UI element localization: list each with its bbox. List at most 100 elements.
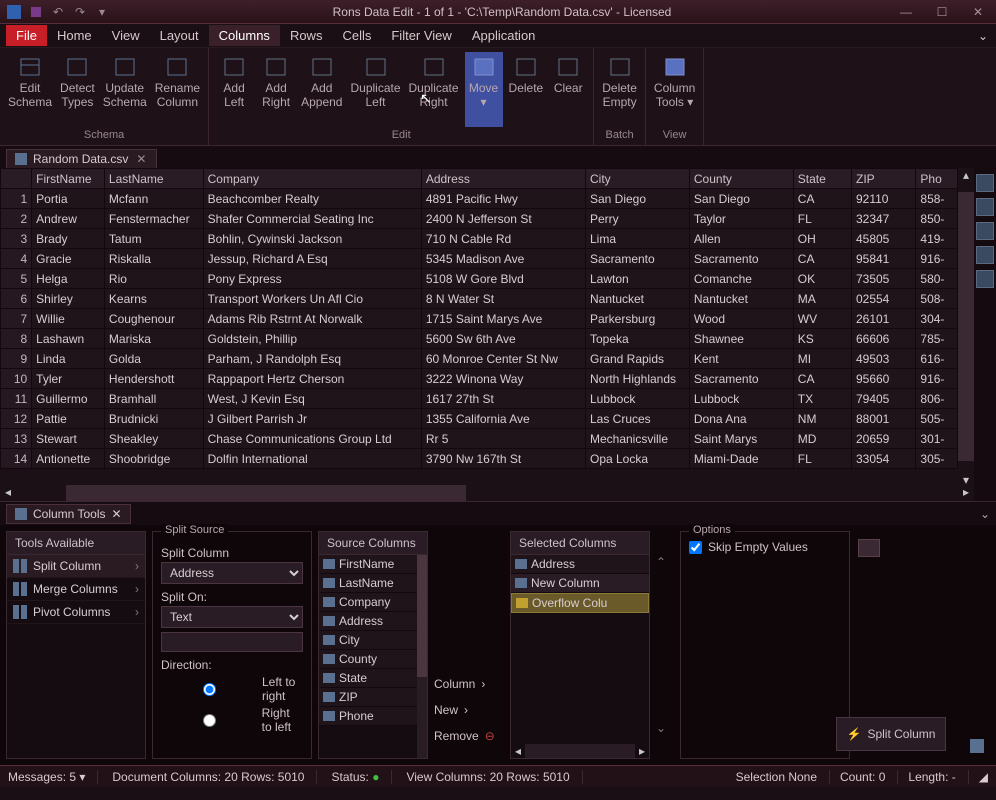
source-column-item[interactable]: FirstName [319,555,417,574]
cell[interactable]: Andrew [32,209,105,229]
side-panel-btn-4[interactable] [976,246,994,264]
cell[interactable]: Jessup, Richard A Esq [203,249,421,269]
cell[interactable]: Lawton [585,269,689,289]
minimize-button[interactable]: — [892,2,920,22]
selected-column-item[interactable]: Overflow Colu [511,593,649,613]
cell[interactable]: 66606 [851,329,915,349]
cell[interactable]: Saint Marys [689,429,793,449]
action-column[interactable]: Column› [434,677,504,691]
move-up-icon[interactable]: ⌃ [656,555,674,569]
column-header[interactable]: LastName [104,169,203,189]
column-header[interactable]: Pho [916,169,958,189]
cell[interactable]: MI [793,349,851,369]
column-header[interactable]: Company [203,169,421,189]
cell[interactable]: 304- [916,309,958,329]
source-columns-scrollbar[interactable] [417,555,427,758]
cell[interactable]: Lubbock [585,389,689,409]
cell[interactable]: Sacramento [585,249,689,269]
cell[interactable]: 508- [916,289,958,309]
row-number[interactable]: 4 [1,249,32,269]
data-grid[interactable]: FirstNameLastNameCompanyAddressCityCount… [0,168,958,485]
cell[interactable]: Golda [104,349,203,369]
cell[interactable]: CA [793,249,851,269]
move-button[interactable]: Move ▾ [465,52,503,127]
row-number[interactable]: 12 [1,409,32,429]
source-column-item[interactable]: County [319,650,417,669]
cell[interactable]: 5108 W Gore Blvd [421,269,585,289]
cell[interactable]: MD [793,429,851,449]
cell[interactable]: San Diego [689,189,793,209]
vertical-scrollbar[interactable]: ▴▾ [958,168,974,485]
tab-cells[interactable]: Cells [332,25,381,46]
row-number[interactable]: 2 [1,209,32,229]
column-header[interactable]: Address [421,169,585,189]
table-row[interactable]: 6ShirleyKearnsTransport Workers Un Afl C… [1,289,958,309]
cell[interactable]: WV [793,309,851,329]
cell[interactable]: Helga [32,269,105,289]
cell[interactable]: Rappaport Hertz Cherson [203,369,421,389]
detect-types-button[interactable]: Detect Types [58,52,97,127]
cell[interactable]: Sheakley [104,429,203,449]
cell[interactable]: 616- [916,349,958,369]
cell[interactable]: 8 N Water St [421,289,585,309]
cell[interactable]: 32347 [851,209,915,229]
row-number[interactable]: 11 [1,389,32,409]
app-icon[interactable] [4,3,24,21]
delete-button[interactable]: Delete [507,52,546,127]
tab-view[interactable]: View [102,25,150,46]
row-number[interactable]: 6 [1,289,32,309]
cell[interactable]: 850- [916,209,958,229]
selected-column-item[interactable]: New Column [511,574,649,593]
cell[interactable]: TX [793,389,851,409]
tool-item[interactable]: Merge Columns› [7,578,145,601]
cell[interactable]: Lashawn [32,329,105,349]
cell[interactable]: Tyler [32,369,105,389]
cell[interactable]: NM [793,409,851,429]
move-down-icon[interactable]: ⌄ [656,721,674,735]
cell[interactable]: 26101 [851,309,915,329]
cell[interactable]: Bramhall [104,389,203,409]
cell[interactable]: Bohlin, Cywinski Jackson [203,229,421,249]
cell[interactable]: CA [793,189,851,209]
cell[interactable]: Grand Rapids [585,349,689,369]
cell[interactable]: Beachcomber Realty [203,189,421,209]
cell[interactable]: 20659 [851,429,915,449]
cell[interactable]: Shirley [32,289,105,309]
cell[interactable]: 916- [916,249,958,269]
row-number[interactable]: 7 [1,309,32,329]
table-row[interactable]: 5HelgaRioPony Express5108 W Gore BlvdLaw… [1,269,958,289]
column-tools-close-icon[interactable]: ✕ [111,507,121,521]
split-on-text-input[interactable] [161,632,303,652]
cell[interactable]: Linda [32,349,105,369]
cell[interactable]: Sacramento [689,369,793,389]
source-column-item[interactable]: ZIP [319,688,417,707]
cell[interactable]: 73505 [851,269,915,289]
document-tab[interactable]: Random Data.csv ✕ [6,149,157,168]
side-panel-btn-5[interactable] [976,270,994,288]
cell[interactable]: Brudnicki [104,409,203,429]
cell[interactable]: Stewart [32,429,105,449]
horizontal-scrollbar[interactable]: ◂▸ [0,485,974,501]
cell[interactable]: 580- [916,269,958,289]
cell[interactable]: Willie [32,309,105,329]
cell[interactable]: OK [793,269,851,289]
cell[interactable]: Portia [32,189,105,209]
cell[interactable]: Antionette [32,449,105,469]
cell[interactable]: Adams Rib Rstrnt At Norwalk [203,309,421,329]
cell[interactable]: Kearns [104,289,203,309]
row-number[interactable]: 5 [1,269,32,289]
duplicate-right-button[interactable]: Duplicate Right [407,52,461,127]
cell[interactable]: KS [793,329,851,349]
cell[interactable]: Miami-Dade [689,449,793,469]
maximize-button[interactable]: ☐ [928,2,956,22]
cell[interactable]: Taylor [689,209,793,229]
table-row[interactable]: 12PattieBrudnickiJ Gilbert Parrish Jr135… [1,409,958,429]
cell[interactable]: Las Cruces [585,409,689,429]
cell[interactable]: Brady [32,229,105,249]
source-column-item[interactable]: LastName [319,574,417,593]
cell[interactable]: 806- [916,389,958,409]
source-column-item[interactable]: Company [319,593,417,612]
cell[interactable]: FL [793,209,851,229]
cell[interactable]: CA [793,369,851,389]
cell[interactable]: 88001 [851,409,915,429]
